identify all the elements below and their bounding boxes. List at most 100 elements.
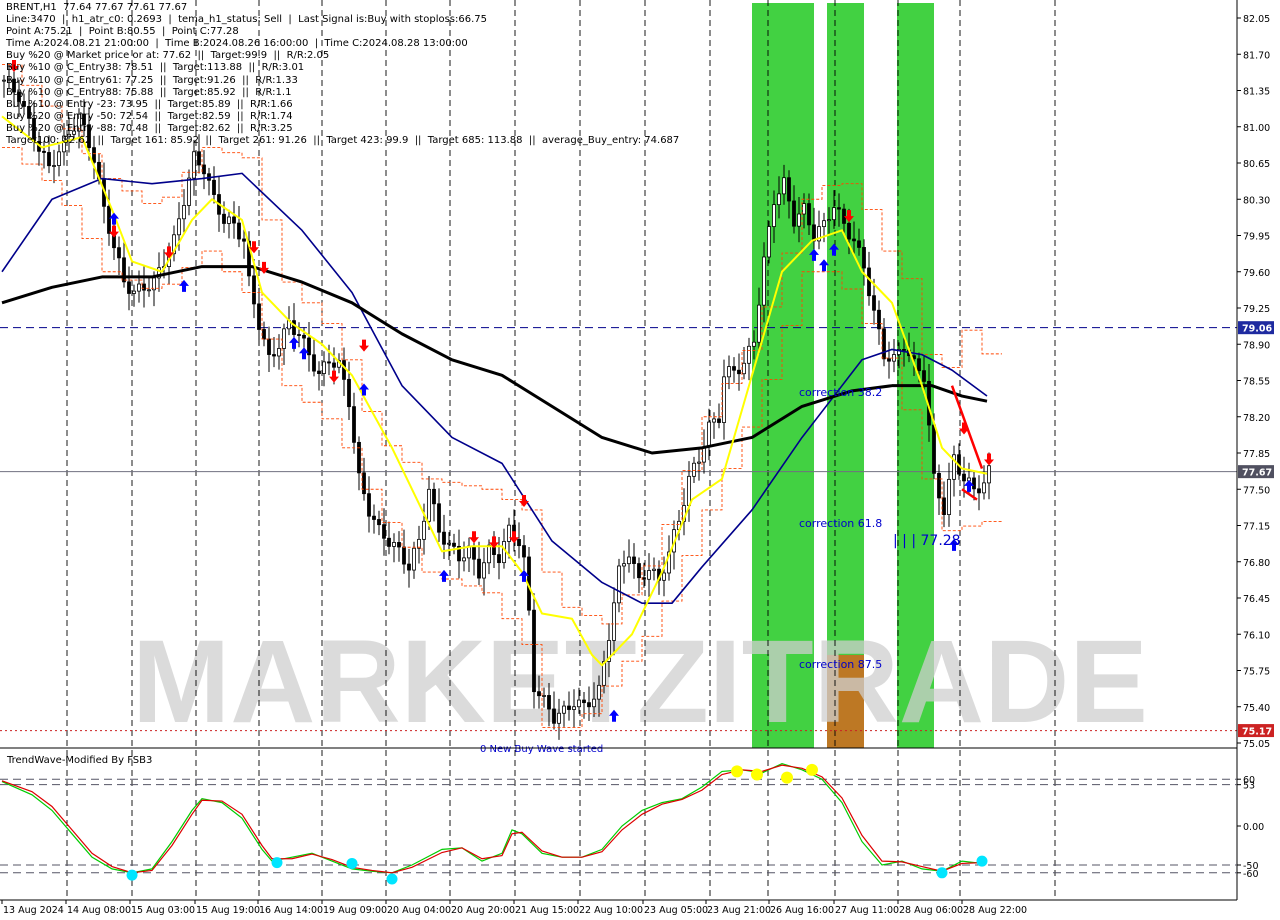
- indicator-tick-label: -60: [1243, 869, 1259, 880]
- candle-body: [452, 542, 456, 547]
- y-tick-label: 78.55: [1243, 377, 1270, 388]
- candle-body: [297, 334, 301, 336]
- candle-body: [472, 545, 476, 560]
- candle-body: [237, 222, 241, 240]
- candle-body: [132, 290, 136, 294]
- x-tick-label: 19 Aug 09:00: [323, 905, 387, 916]
- y-tick-label: 77.50: [1243, 485, 1270, 496]
- candle-body: [507, 524, 511, 542]
- new-wave-label: 0 New Buy Wave started: [480, 744, 603, 755]
- candle-body: [867, 267, 871, 297]
- candle-body: [982, 482, 986, 494]
- candle-body: [812, 224, 816, 242]
- candle-body: [877, 309, 881, 330]
- candle-body: [782, 177, 786, 195]
- candle-body: [922, 370, 926, 382]
- candle-body: [587, 702, 591, 708]
- candle-body: [442, 531, 446, 545]
- y-tick-label: 76.10: [1243, 630, 1270, 641]
- y-tick-label: 76.45: [1243, 594, 1270, 605]
- candle-body: [742, 362, 746, 375]
- y-tick-label: 76.80: [1243, 558, 1270, 569]
- y-tick-label: 80.65: [1243, 159, 1270, 170]
- candle-body: [547, 695, 551, 710]
- x-tick-label: 21 Aug 15:00: [515, 905, 579, 916]
- candle-body: [387, 537, 391, 547]
- candle-body: [202, 164, 206, 175]
- x-tick-label: 27 Aug 11:00: [835, 905, 899, 916]
- candle-body: [177, 218, 181, 236]
- candle-body: [352, 406, 356, 443]
- candle-body: [687, 475, 691, 506]
- candle-body: [192, 151, 196, 179]
- cyan-dot: [271, 857, 283, 869]
- candle-body: [767, 226, 771, 258]
- candle-body: [232, 216, 236, 224]
- chart-info-panel: BRENT,H1 77.64 77.67 77.61 77.67 Line:347…: [6, 2, 679, 147]
- candle-body: [887, 358, 891, 362]
- info-line: Buy %10 @ Entry -23: 73.95 || Target:85.…: [6, 98, 293, 110]
- candle-body: [532, 609, 536, 693]
- y-tick-label: 79.60: [1243, 268, 1270, 279]
- candle-body: [937, 472, 941, 499]
- candle-body: [317, 370, 321, 374]
- candle-body: [92, 147, 96, 163]
- yellow-dot: [806, 763, 818, 776]
- candle-body: [622, 563, 626, 567]
- candle-body: [497, 554, 501, 564]
- candle-body: [482, 562, 486, 579]
- candle-body: [242, 238, 246, 242]
- candle-body: [902, 349, 906, 351]
- candle-body: [797, 213, 801, 227]
- candle-body: [407, 563, 411, 571]
- candle-body: [567, 705, 571, 710]
- candle-body: [987, 465, 991, 484]
- candle-body: [777, 193, 781, 206]
- x-tick-label: 14 Aug 08:00: [67, 905, 131, 916]
- candle-body: [392, 542, 396, 547]
- candle-body: [582, 699, 586, 704]
- candle-body: [432, 488, 436, 505]
- x-tick-label: 15 Aug 19:00: [196, 905, 260, 916]
- candle-body: [107, 205, 111, 234]
- candle-body: [662, 572, 666, 581]
- candle-body: [332, 362, 336, 368]
- candle-body: [932, 424, 936, 474]
- y-tick-label: 79.95: [1243, 232, 1270, 243]
- candle-body: [872, 295, 876, 311]
- y-tick-label: 79.25: [1243, 304, 1270, 315]
- candle-body: [227, 216, 231, 224]
- info-line: Buy %10 @ C_Entry38: 78.51 || Target:113…: [6, 62, 305, 74]
- candle-body: [477, 558, 481, 579]
- x-tick-label: 13 Aug 2024: [3, 905, 64, 916]
- candle-body: [647, 570, 651, 580]
- candle-body: [882, 328, 886, 360]
- cyan-dot: [386, 873, 398, 885]
- candle-body: [792, 200, 796, 227]
- candle-body: [717, 418, 721, 423]
- candle-body: [187, 177, 191, 206]
- candle-body: [57, 151, 61, 166]
- candle-body: [537, 691, 541, 697]
- candle-body: [642, 577, 646, 580]
- candle-body: [377, 519, 381, 526]
- candle-body: [822, 220, 826, 228]
- candle-body: [627, 556, 631, 565]
- candle-body: [772, 204, 776, 227]
- candle-body: [832, 207, 836, 221]
- candle-body: [807, 203, 811, 226]
- candle-body: [362, 472, 366, 495]
- candle-body: [972, 477, 976, 490]
- cyan-dot: [346, 857, 358, 869]
- y-tick-label: 82.05: [1243, 14, 1270, 25]
- info-line: Buy %10 @ C_Entry88: 75.88 || Target:85.…: [6, 86, 292, 98]
- candle-body: [327, 361, 331, 364]
- candle-body: [762, 256, 766, 306]
- candle-body: [137, 283, 141, 292]
- candle-body: [142, 283, 146, 291]
- info-line: BRENT,H1 77.64 77.67 77.61 77.67: [6, 2, 188, 13]
- x-tick-label: 20 Aug 20:00: [451, 905, 515, 916]
- candle-body: [312, 354, 316, 372]
- info-line: Buy %20 @ Entry -88: 70.48 || Target:82.…: [6, 122, 293, 134]
- x-tick-label: 28 Aug 06:00: [899, 905, 963, 916]
